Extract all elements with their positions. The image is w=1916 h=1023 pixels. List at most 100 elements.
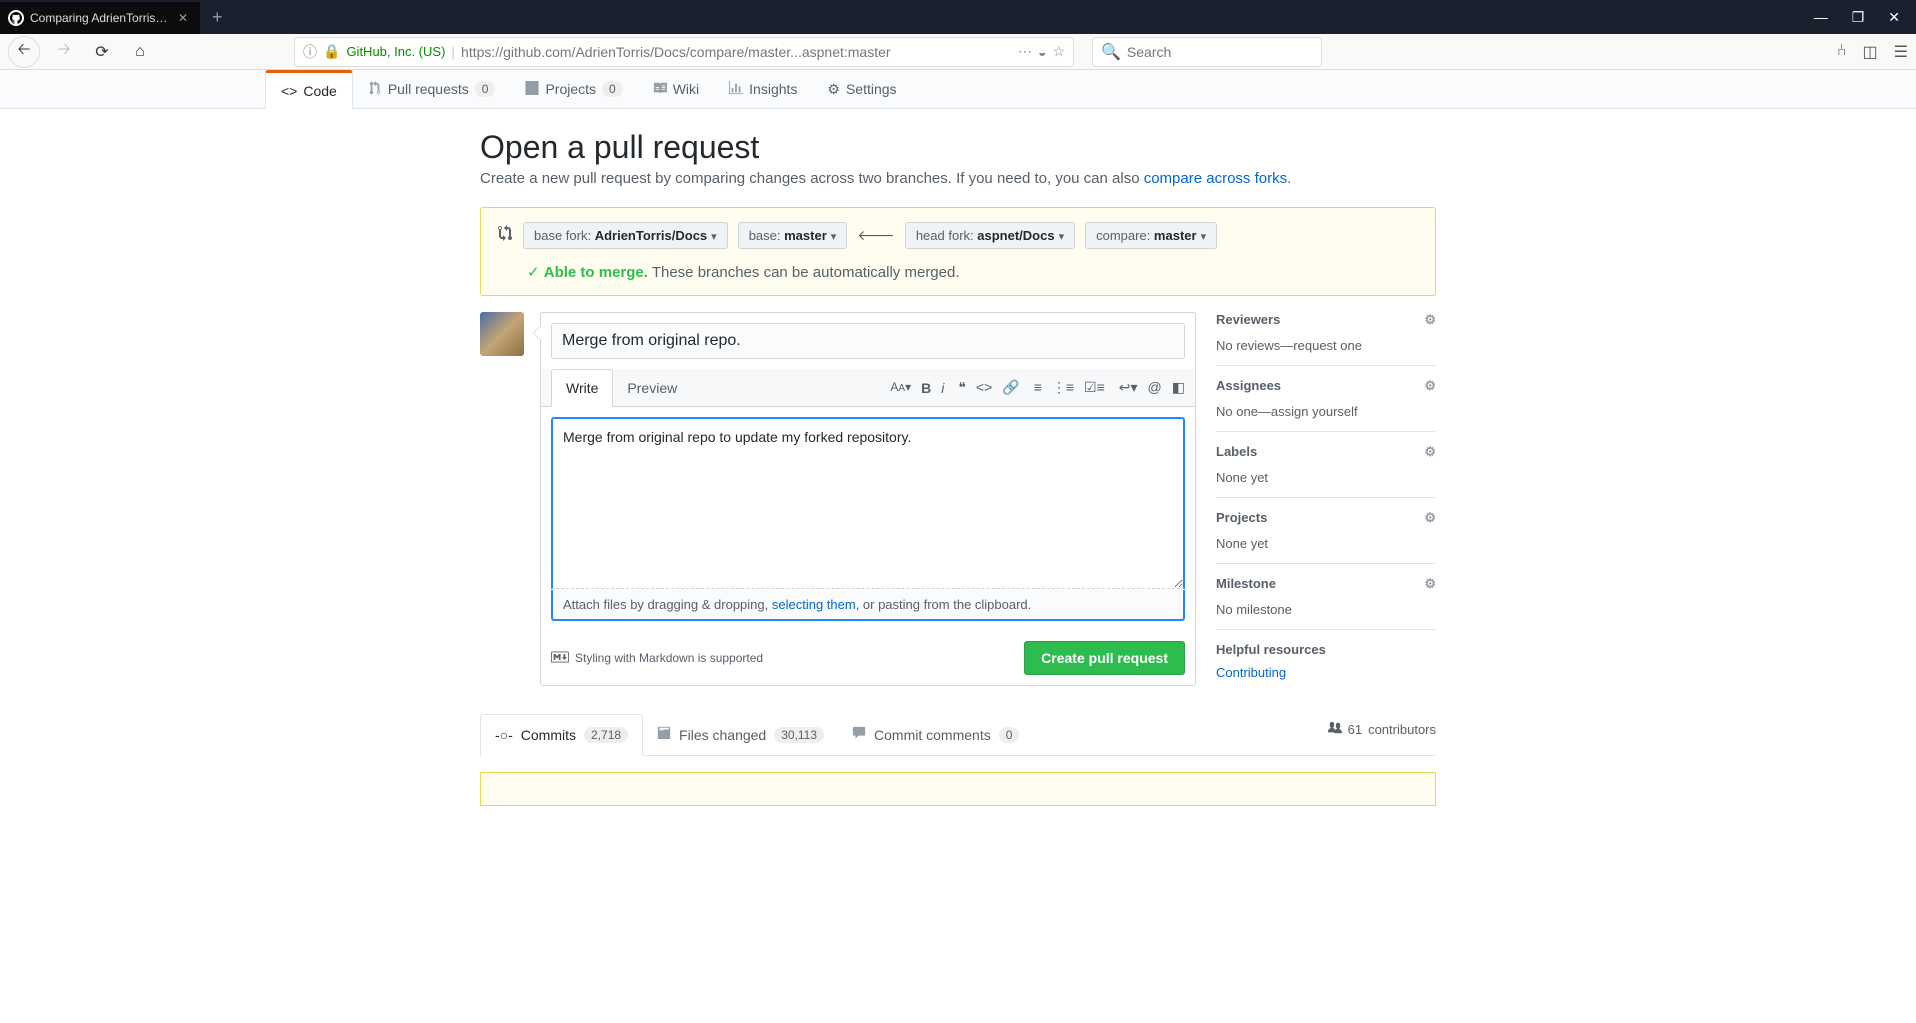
task-icon[interactable]: ☑≡ <box>1084 379 1105 396</box>
reviewers-text: No reviews—request one <box>1216 338 1436 353</box>
check-icon: ✓ <box>527 264 540 281</box>
assignees-text: No one—assign yourself <box>1216 404 1436 419</box>
head-fork-select[interactable]: head fork: aspnet/Docs <box>905 222 1075 249</box>
settings-icon: ⚙ <box>827 81 840 98</box>
url-bar[interactable]: ⓘ 🔒 GitHub, Inc. (US) | https://github.c… <box>294 37 1074 67</box>
pocket-icon[interactable]: ◒ <box>1038 44 1046 60</box>
repo-nav: <> Code Pull requests 0 Projects 0 Wiki … <box>0 70 1916 109</box>
bookmark-icon[interactable]: ☆ <box>1052 43 1065 60</box>
reviewers-label: Reviewers <box>1216 312 1280 328</box>
back-button[interactable]: 🡠 <box>8 36 40 68</box>
page-subtitle: Create a new pull request by comparing c… <box>480 170 1436 187</box>
commits-tab[interactable]: -○- Commits 2,718 <box>480 714 643 756</box>
italic-icon[interactable]: i <box>941 380 944 396</box>
assignees-gear-icon[interactable]: ⚙ <box>1424 378 1436 394</box>
people-icon <box>1328 721 1342 738</box>
nav-code[interactable]: <> Code <box>265 70 353 109</box>
base-fork-select[interactable]: base fork: AdrienTorris/Docs <box>523 222 728 249</box>
page-actions-icon[interactable]: ⋯ <box>1018 43 1032 60</box>
projects-gear-icon[interactable]: ⚙ <box>1424 510 1436 526</box>
url-text: https://github.com/AdrienTorris/Docs/com… <box>461 44 891 60</box>
contributors[interactable]: 61 contributors <box>1328 721 1436 748</box>
labels-gear-icon[interactable]: ⚙ <box>1424 444 1436 460</box>
select-files-link[interactable]: selecting them <box>772 597 856 612</box>
files-tab[interactable]: Files changed 30,113 <box>643 714 838 755</box>
compare-branch-select[interactable]: compare: master <box>1085 222 1217 249</box>
browser-tab[interactable]: Comparing AdrienTorris:maste ✕ <box>0 2 200 34</box>
projects-text: None yet <box>1216 536 1436 551</box>
ul-icon[interactable]: ≡ <box>1034 379 1042 396</box>
home-button[interactable]: ⌂ <box>126 38 154 66</box>
markdown-hint[interactable]: Styling with Markdown is supported <box>551 651 763 666</box>
code-icon[interactable]: <> <box>976 379 992 396</box>
main-container: Open a pull request Create a new pull re… <box>468 109 1448 826</box>
labels-text: None yet <box>1216 470 1436 485</box>
milestone-label: Milestone <box>1216 576 1276 592</box>
insights-icon <box>729 81 743 98</box>
projects-label: Projects <box>1216 510 1267 526</box>
contributing-link[interactable]: Contributing <box>1216 665 1436 680</box>
assignees-label: Assignees <box>1216 378 1281 394</box>
reply-icon[interactable]: ↩▾ <box>1119 379 1138 396</box>
info-icon[interactable]: ⓘ <box>303 42 317 62</box>
compare-forks-link[interactable]: compare across forks <box>1144 170 1287 187</box>
nav-settings[interactable]: ⚙ Settings <box>812 70 911 108</box>
sidebar-toggle-icon[interactable]: ◫ <box>1863 42 1878 62</box>
bold-icon[interactable]: B <box>921 380 931 396</box>
create-pr-button[interactable]: Create pull request <box>1024 641 1185 675</box>
search-engine-icon: 🔍 <box>1101 42 1121 62</box>
helpful-label: Helpful resources <box>1216 642 1436 657</box>
forward-button[interactable]: 🡢 <box>50 38 78 66</box>
comment-icon <box>852 726 866 743</box>
site-identity: GitHub, Inc. (US) <box>346 44 445 59</box>
nav-projects[interactable]: Projects 0 <box>510 70 637 108</box>
comments-tab[interactable]: Commit comments 0 <box>838 714 1033 755</box>
maximize-icon[interactable]: ❐ <box>1852 9 1865 26</box>
pr-body-textarea[interactable] <box>551 417 1185 589</box>
search-box[interactable]: 🔍 <box>1092 37 1322 67</box>
labels-label: Labels <box>1216 444 1257 460</box>
projects-icon <box>525 81 539 98</box>
wiki-icon <box>653 81 667 98</box>
page-heading: Open a pull request <box>480 129 1436 166</box>
pr-form: Write Preview AA▾ B i ❝ <> 🔗 <box>540 312 1196 686</box>
arrow-left-icon: 🡐 <box>857 227 895 244</box>
base-branch-select[interactable]: base: master <box>738 222 848 249</box>
new-tab-icon[interactable]: + <box>200 7 235 28</box>
pr-title-input[interactable] <box>551 323 1185 359</box>
pr-sidebar: Reviewers ⚙ No reviews—request one Assign… <box>1216 312 1436 686</box>
menu-icon[interactable]: ☰ <box>1894 42 1908 62</box>
editor-tabs: Write Preview AA▾ B i ❝ <> 🔗 <box>541 369 1195 407</box>
milestone-gear-icon[interactable]: ⚙ <box>1424 576 1436 592</box>
milestone-text: No milestone <box>1216 602 1436 617</box>
write-tab[interactable]: Write <box>551 369 613 407</box>
quote-icon[interactable]: ❝ <box>958 379 966 396</box>
mention-icon[interactable]: @ <box>1148 379 1162 396</box>
link-icon[interactable]: 🔗 <box>1002 379 1019 396</box>
user-avatar[interactable] <box>480 312 524 356</box>
compare-icon <box>497 225 513 246</box>
preview-tab[interactable]: Preview <box>613 370 691 406</box>
nav-pull-requests[interactable]: Pull requests 0 <box>353 70 511 108</box>
nav-wiki[interactable]: Wiki <box>638 70 714 108</box>
reviewers-gear-icon[interactable]: ⚙ <box>1424 312 1436 328</box>
github-favicon <box>8 10 24 26</box>
search-input[interactable] <box>1127 44 1313 60</box>
code-icon: <> <box>281 83 297 99</box>
diff-tabs: -○- Commits 2,718 Files changed 30,113 C… <box>480 714 1436 756</box>
library-icon[interactable]: ⑃ <box>1837 42 1847 62</box>
saved-icon[interactable]: ◧ <box>1172 379 1185 396</box>
close-icon[interactable]: ✕ <box>1888 9 1900 26</box>
nav-insights[interactable]: Insights <box>714 70 812 108</box>
markdown-icon <box>551 651 569 666</box>
window-controls: — ❐ ✕ <box>1814 9 1916 26</box>
tab-close-icon[interactable]: ✕ <box>174 11 192 25</box>
reload-button[interactable]: ⟳ <box>88 38 116 66</box>
minimize-icon[interactable]: — <box>1814 9 1828 26</box>
heading-icon[interactable]: AA▾ <box>890 380 911 396</box>
ol-icon[interactable]: ⋮≡ <box>1052 379 1074 396</box>
pr-icon <box>368 81 382 98</box>
merge-status: ✓ Able to merge. These branches can be a… <box>497 263 1419 281</box>
commit-icon: -○- <box>495 727 513 743</box>
attach-bar[interactable]: Attach files by dragging & dropping, sel… <box>551 590 1185 621</box>
